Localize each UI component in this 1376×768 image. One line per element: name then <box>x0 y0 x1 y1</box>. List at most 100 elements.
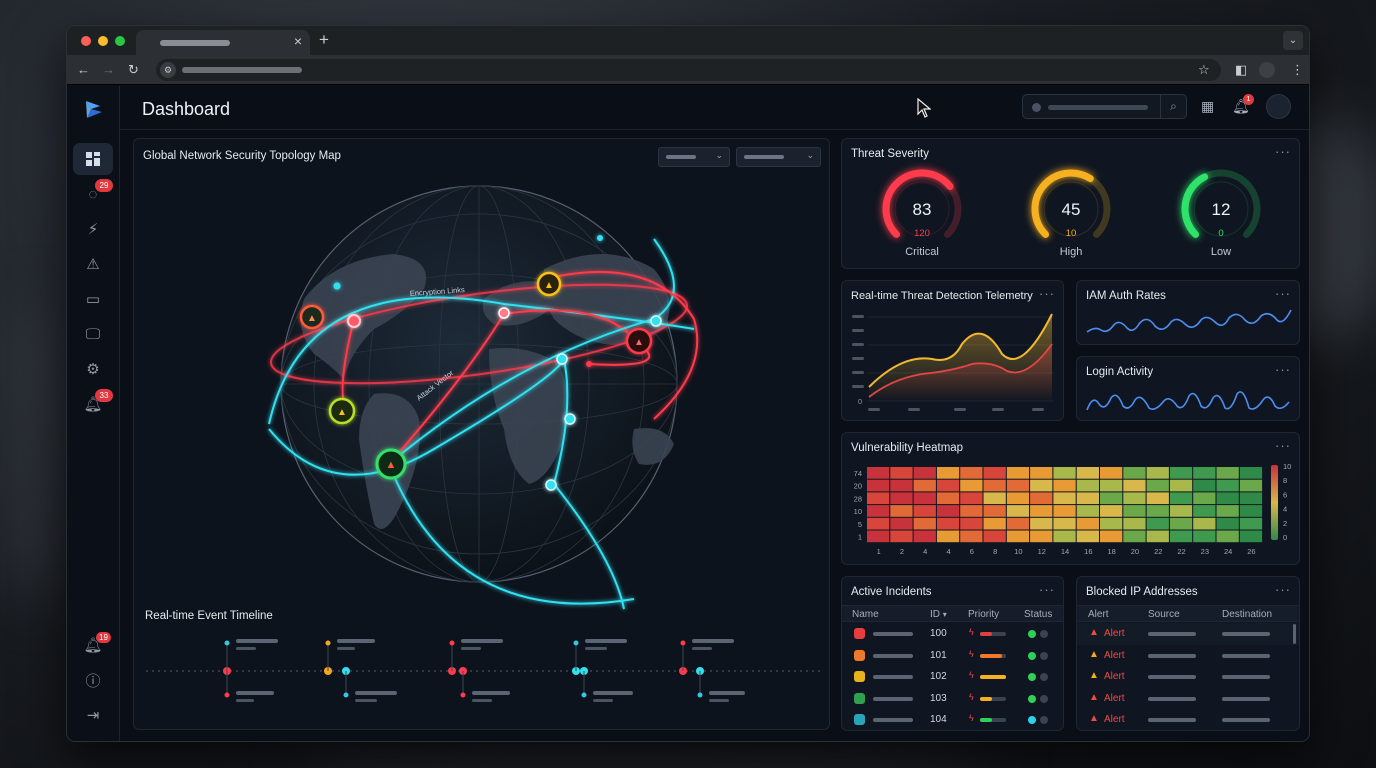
site-settings-icon[interactable]: ⚙ <box>160 62 176 78</box>
heatmap-cell[interactable] <box>1100 517 1123 530</box>
profile-avatar[interactable] <box>1259 62 1275 78</box>
heatmap-cell[interactable] <box>1100 505 1123 517</box>
table-row[interactable]: ▲ Alert <box>1077 645 1299 667</box>
heatmap-cell[interactable] <box>1053 467 1076 479</box>
heatmap-cell[interactable] <box>1239 517 1263 530</box>
column-header-priority[interactable]: Priority <box>968 609 999 620</box>
heatmap-cell[interactable] <box>867 505 890 517</box>
node[interactable] <box>650 315 662 327</box>
more-icon[interactable]: ··· <box>1039 286 1055 301</box>
more-icon[interactable]: ··· <box>1275 286 1291 301</box>
chevron-down-icon[interactable]: ⌄ <box>1283 31 1303 50</box>
column-header-alert[interactable]: Alert <box>1088 609 1109 620</box>
heatmap-cell[interactable] <box>1169 479 1193 492</box>
node[interactable] <box>498 307 510 319</box>
minimize-window-button[interactable] <box>98 36 108 46</box>
heatmap-cell[interactable] <box>1053 492 1076 505</box>
heatmap-cell[interactable] <box>1146 517 1169 530</box>
table-row[interactable]: 101 ϟ <box>842 645 1063 667</box>
heatmap-cell[interactable] <box>936 479 960 492</box>
heatmap-cell[interactable] <box>1076 517 1099 530</box>
heatmap-cell[interactable] <box>1100 467 1123 479</box>
column-header-id[interactable]: ID ▾ <box>930 609 947 620</box>
gauge-critical[interactable]: 83 120 <box>882 169 962 239</box>
heatmap-cell[interactable] <box>867 530 890 543</box>
heatmap-cell[interactable] <box>890 505 913 517</box>
node[interactable] <box>333 282 341 290</box>
table-row[interactable]: 104 ϟ <box>842 709 1063 731</box>
heatmap-cell[interactable] <box>1193 467 1216 479</box>
table-row[interactable]: 103 ϟ <box>842 688 1063 710</box>
heatmap-cell[interactable] <box>890 530 913 543</box>
heatmap-cell[interactable] <box>1169 517 1193 530</box>
sidebar-item-notifications[interactable]: 🔔︎ 33 <box>73 388 113 420</box>
heatmap-cell[interactable] <box>983 505 1006 517</box>
heatmap-cell[interactable] <box>1123 505 1146 517</box>
heatmap-cell[interactable] <box>1239 492 1263 505</box>
heatmap-cell[interactable] <box>960 530 983 543</box>
heatmap-cell[interactable] <box>1169 505 1193 517</box>
heatmap-cell[interactable] <box>1006 467 1030 479</box>
heatmap-cell[interactable] <box>913 505 936 517</box>
star-icon[interactable]: ☆ <box>1198 62 1210 78</box>
telemetry-chart[interactable]: 0 <box>842 309 1065 419</box>
heatmap-cell[interactable] <box>1193 517 1216 530</box>
sidebar-item-logout[interactable]: ⇥ <box>73 699 113 731</box>
node[interactable] <box>556 353 568 365</box>
heatmap-cell[interactable] <box>936 467 960 479</box>
heatmap-cell[interactable] <box>1123 467 1146 479</box>
heatmap-cell[interactable] <box>867 467 890 479</box>
heatmap-cell[interactable] <box>1006 492 1030 505</box>
heatmap-cell[interactable] <box>936 530 960 543</box>
login-sparkline[interactable] <box>1077 382 1301 422</box>
node[interactable] <box>564 413 576 425</box>
node[interactable] <box>586 361 592 367</box>
iam-sparkline[interactable] <box>1077 306 1301 346</box>
heatmap-cell[interactable] <box>1053 505 1076 517</box>
heatmap-cell[interactable] <box>1216 530 1239 543</box>
scrollbar[interactable] <box>1293 624 1296 644</box>
column-header-status[interactable]: Status <box>1024 609 1052 620</box>
node[interactable] <box>545 479 557 491</box>
heatmap-cell[interactable] <box>983 517 1006 530</box>
heatmap-cell[interactable] <box>1193 530 1216 543</box>
heatmap-cell[interactable] <box>1030 530 1053 543</box>
heatmap-cell[interactable] <box>1239 467 1263 479</box>
maximize-window-button[interactable] <box>115 36 125 46</box>
heatmap-cell[interactable] <box>1216 479 1239 492</box>
heatmap-cell[interactable] <box>1053 479 1076 492</box>
search-input[interactable]: ⌕ <box>1022 94 1187 119</box>
heatmap-cell[interactable] <box>1076 530 1099 543</box>
heatmap-cell[interactable] <box>936 517 960 530</box>
heatmap-cell[interactable] <box>1193 505 1216 517</box>
sidebar-item-alerts[interactable]: ⚠︎ <box>73 248 113 280</box>
heatmap-cell[interactable] <box>1169 530 1193 543</box>
heatmap-cell[interactable] <box>960 492 983 505</box>
heatmap-cell[interactable] <box>1193 479 1216 492</box>
heatmap-cell[interactable] <box>1006 530 1030 543</box>
heatmap-cell[interactable] <box>1169 492 1193 505</box>
heatmap-cell[interactable] <box>867 479 890 492</box>
column-header-destination[interactable]: Destination <box>1222 609 1272 620</box>
heatmap-cell[interactable] <box>1030 492 1053 505</box>
heatmap-cell[interactable] <box>1146 479 1169 492</box>
heatmap-cell[interactable] <box>983 530 1006 543</box>
heatmap-cell[interactable] <box>1193 492 1216 505</box>
heatmap-cell[interactable] <box>1169 467 1193 479</box>
gauge-high[interactable]: 45 10 <box>1031 169 1111 239</box>
heatmap-cell[interactable] <box>1076 467 1099 479</box>
heatmap-cell[interactable] <box>1100 479 1123 492</box>
heatmap-cell[interactable] <box>1123 517 1146 530</box>
search-icon[interactable]: ⌕ <box>1160 95 1186 118</box>
heatmap-cell[interactable] <box>1216 505 1239 517</box>
heatmap-cell[interactable] <box>936 492 960 505</box>
heatmap-cell[interactable] <box>867 517 890 530</box>
heatmap-cell[interactable] <box>1239 505 1263 517</box>
heatmap-cell[interactable] <box>1239 479 1263 492</box>
table-row[interactable]: 102 ϟ <box>842 666 1063 688</box>
heatmap-cell[interactable] <box>1216 492 1239 505</box>
browser-tab[interactable]: × <box>136 30 310 55</box>
reload-icon[interactable]: ↻ <box>128 62 139 78</box>
heatmap-cell[interactable] <box>913 467 936 479</box>
map-view-dropdown[interactable]: ⌄ <box>736 147 821 167</box>
